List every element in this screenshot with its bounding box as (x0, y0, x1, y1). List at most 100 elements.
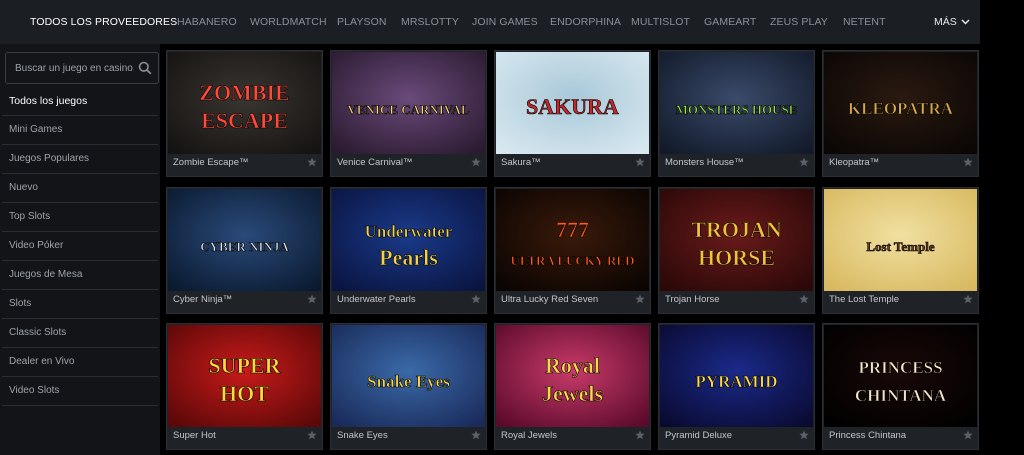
provider-tab-all[interactable]: TODOS LOS PROVEEDORES (30, 0, 177, 44)
game-card[interactable]: Lost Temple The Lost Temple (822, 187, 979, 314)
game-card[interactable]: Snake Eyes Snake Eyes (330, 323, 487, 450)
game-logo-text: ZOMBIE (199, 80, 289, 105)
game-card[interactable]: PYRAMID Pyramid Deluxe (658, 323, 815, 450)
more-providers-dropdown[interactable]: MÁS (934, 0, 970, 44)
game-logo-text: PYRAMID (695, 372, 777, 391)
favorite-star-icon[interactable] (799, 294, 809, 304)
favorite-star-icon[interactable] (635, 294, 645, 304)
favorite-star-icon[interactable] (471, 157, 481, 167)
game-card[interactable]: KLEOPATRA Kleopatra™ (822, 50, 979, 177)
provider-tab-playson[interactable]: PLAYSON (337, 0, 387, 44)
category-all-games[interactable]: Todos los juegos (2, 87, 158, 116)
favorite-star-icon[interactable] (307, 430, 317, 440)
venice-carnival-thumbnail[interactable]: VENICE CARNIVAL (332, 52, 485, 154)
game-card[interactable]: Underwater Pearls Underwater Pearls (330, 187, 487, 314)
favorite-star-icon[interactable] (963, 294, 973, 304)
monsters-house-thumbnail[interactable]: MONSTERS HOUSE (660, 52, 813, 154)
provider-tab-worldmatch[interactable]: WORLDMATCH (250, 0, 327, 44)
game-card[interactable]: Royal Jewels Royal Jewels (494, 323, 651, 450)
chevron-down-icon (961, 19, 970, 25)
game-card[interactable]: VENICE CARNIVAL Venice Carnival™ (330, 50, 487, 177)
search-icon[interactable] (138, 61, 152, 75)
provider-tab-multislot[interactable]: MULTISLOT (631, 0, 690, 44)
game-title: Super Hot (173, 430, 216, 441)
game-card[interactable]: ZOMBIE ESCAPE Zombie Escape™ (166, 50, 323, 177)
favorite-star-icon[interactable] (307, 294, 317, 304)
game-card[interactable]: SAKURA Sakura™ (494, 50, 651, 177)
game-title: Ultra Lucky Red Seven (501, 294, 599, 305)
royal-jewels-thumbnail[interactable]: Royal Jewels (496, 325, 649, 427)
category-video-poker[interactable]: Video Póker (2, 232, 158, 261)
kleopatra-thumbnail[interactable]: KLEOPATRA (824, 52, 977, 154)
provider-tab-habanero[interactable]: HABANERO (177, 0, 237, 44)
game-card[interactable]: PRINCESS CHINTANA Princess Chintana (822, 323, 979, 450)
favorite-star-icon[interactable] (471, 430, 481, 440)
lost-temple-thumbnail[interactable]: Lost Temple (824, 189, 977, 291)
favorite-star-icon[interactable] (963, 157, 973, 167)
favorite-star-icon[interactable] (799, 157, 809, 167)
game-title: Zombie Escape™ (173, 157, 249, 168)
snake-eyes-thumbnail[interactable]: Snake Eyes (332, 325, 485, 427)
game-logo-text: ULTRA LUCKY RED (510, 253, 634, 268)
game-card[interactable]: MONSTERS HOUSE Monsters House™ (658, 50, 815, 177)
game-card[interactable]: CYBER NINJA Cyber Ninja™ (166, 187, 323, 314)
game-logo-text: VENICE CARNIVAL (347, 102, 470, 117)
ultra-lucky-red-seven-thumbnail[interactable]: 777 ULTRA LUCKY RED (496, 189, 649, 291)
favorite-star-icon[interactable] (635, 157, 645, 167)
sakura-thumbnail[interactable]: SAKURA (496, 52, 649, 154)
category-new[interactable]: Nuevo (2, 174, 158, 203)
super-hot-thumbnail[interactable]: SUPER HOT (168, 325, 321, 427)
provider-tab-endorphina[interactable]: ENDORPHINA (550, 0, 621, 44)
game-search-input[interactable] (6, 53, 134, 83)
category-sidebar: Todos los juegos Mini Games Juegos Popul… (0, 44, 160, 455)
game-logo-text: CHINTANA (855, 386, 947, 405)
favorite-star-icon[interactable] (307, 157, 317, 167)
provider-tab-gameart[interactable]: GAMEART (704, 0, 756, 44)
game-title: Princess Chintana (829, 430, 907, 441)
princess-chintana-thumbnail[interactable]: PRINCESS CHINTANA (824, 325, 977, 427)
game-logo-text: Royal (545, 353, 600, 378)
category-live-dealer[interactable]: Dealer en Vivo (2, 348, 158, 377)
game-title: Cyber Ninja™ (173, 294, 233, 305)
category-top-slots[interactable]: Top Slots (2, 203, 158, 232)
game-logo-text: Jewels (542, 381, 604, 406)
game-logo-text: CYBER NINJA (200, 239, 289, 254)
game-logo-text: Underwater (365, 222, 453, 241)
game-title: Venice Carnival™ (337, 157, 413, 168)
provider-tab-join-games[interactable]: JOIN GAMES (472, 0, 538, 44)
favorite-star-icon[interactable] (471, 294, 481, 304)
game-search-box (5, 52, 159, 84)
game-logo-text: ESCAPE (201, 108, 288, 133)
category-popular-games[interactable]: Juegos Populares (2, 145, 158, 174)
game-logo-text: TROJAN (691, 217, 782, 242)
provider-tab-mrslotty[interactable]: MRSLOTTY (401, 0, 459, 44)
more-label: MÁS (934, 16, 957, 28)
category-classic-slots[interactable]: Classic Slots (2, 319, 158, 348)
category-video-slots[interactable]: Video Slots (2, 377, 158, 406)
provider-tab-netent[interactable]: NETENT (843, 0, 886, 44)
game-card[interactable]: 777 ULTRA LUCKY RED Ultra Lucky Red Seven (494, 187, 651, 314)
game-title: Royal Jewels (501, 430, 557, 441)
game-card[interactable]: TROJAN HORSE Trojan Horse (658, 187, 815, 314)
game-card[interactable]: SUPER HOT Super Hot (166, 323, 323, 450)
pyramid-deluxe-thumbnail[interactable]: PYRAMID (660, 325, 813, 427)
game-logo-text: Snake Eyes (367, 372, 450, 391)
favorite-star-icon[interactable] (635, 430, 645, 440)
game-logo-text: MONSTERS HOUSE (676, 102, 798, 117)
provider-tab-zeus-play[interactable]: ZEUS PLAY (770, 0, 828, 44)
game-title: Underwater Pearls (337, 294, 416, 305)
trojan-horse-thumbnail[interactable]: TROJAN HORSE (660, 189, 813, 291)
cyber-ninja-thumbnail[interactable]: CYBER NINJA (168, 189, 321, 291)
underwater-pearls-thumbnail[interactable]: Underwater Pearls (332, 189, 485, 291)
category-mini-games[interactable]: Mini Games (2, 116, 158, 145)
favorite-star-icon[interactable] (799, 430, 809, 440)
category-table-games[interactable]: Juegos de Mesa (2, 261, 158, 290)
zombie-escape-thumbnail[interactable]: ZOMBIE ESCAPE (168, 52, 321, 154)
game-logo-text: PRINCESS (858, 358, 942, 377)
favorite-star-icon[interactable] (963, 430, 973, 440)
game-logo-text: SAKURA (526, 94, 619, 119)
category-slots[interactable]: Slots (2, 290, 158, 319)
game-title: The Lost Temple (829, 294, 900, 305)
game-title: Sakura™ (501, 157, 541, 168)
game-logo-text: SUPER (208, 353, 281, 378)
